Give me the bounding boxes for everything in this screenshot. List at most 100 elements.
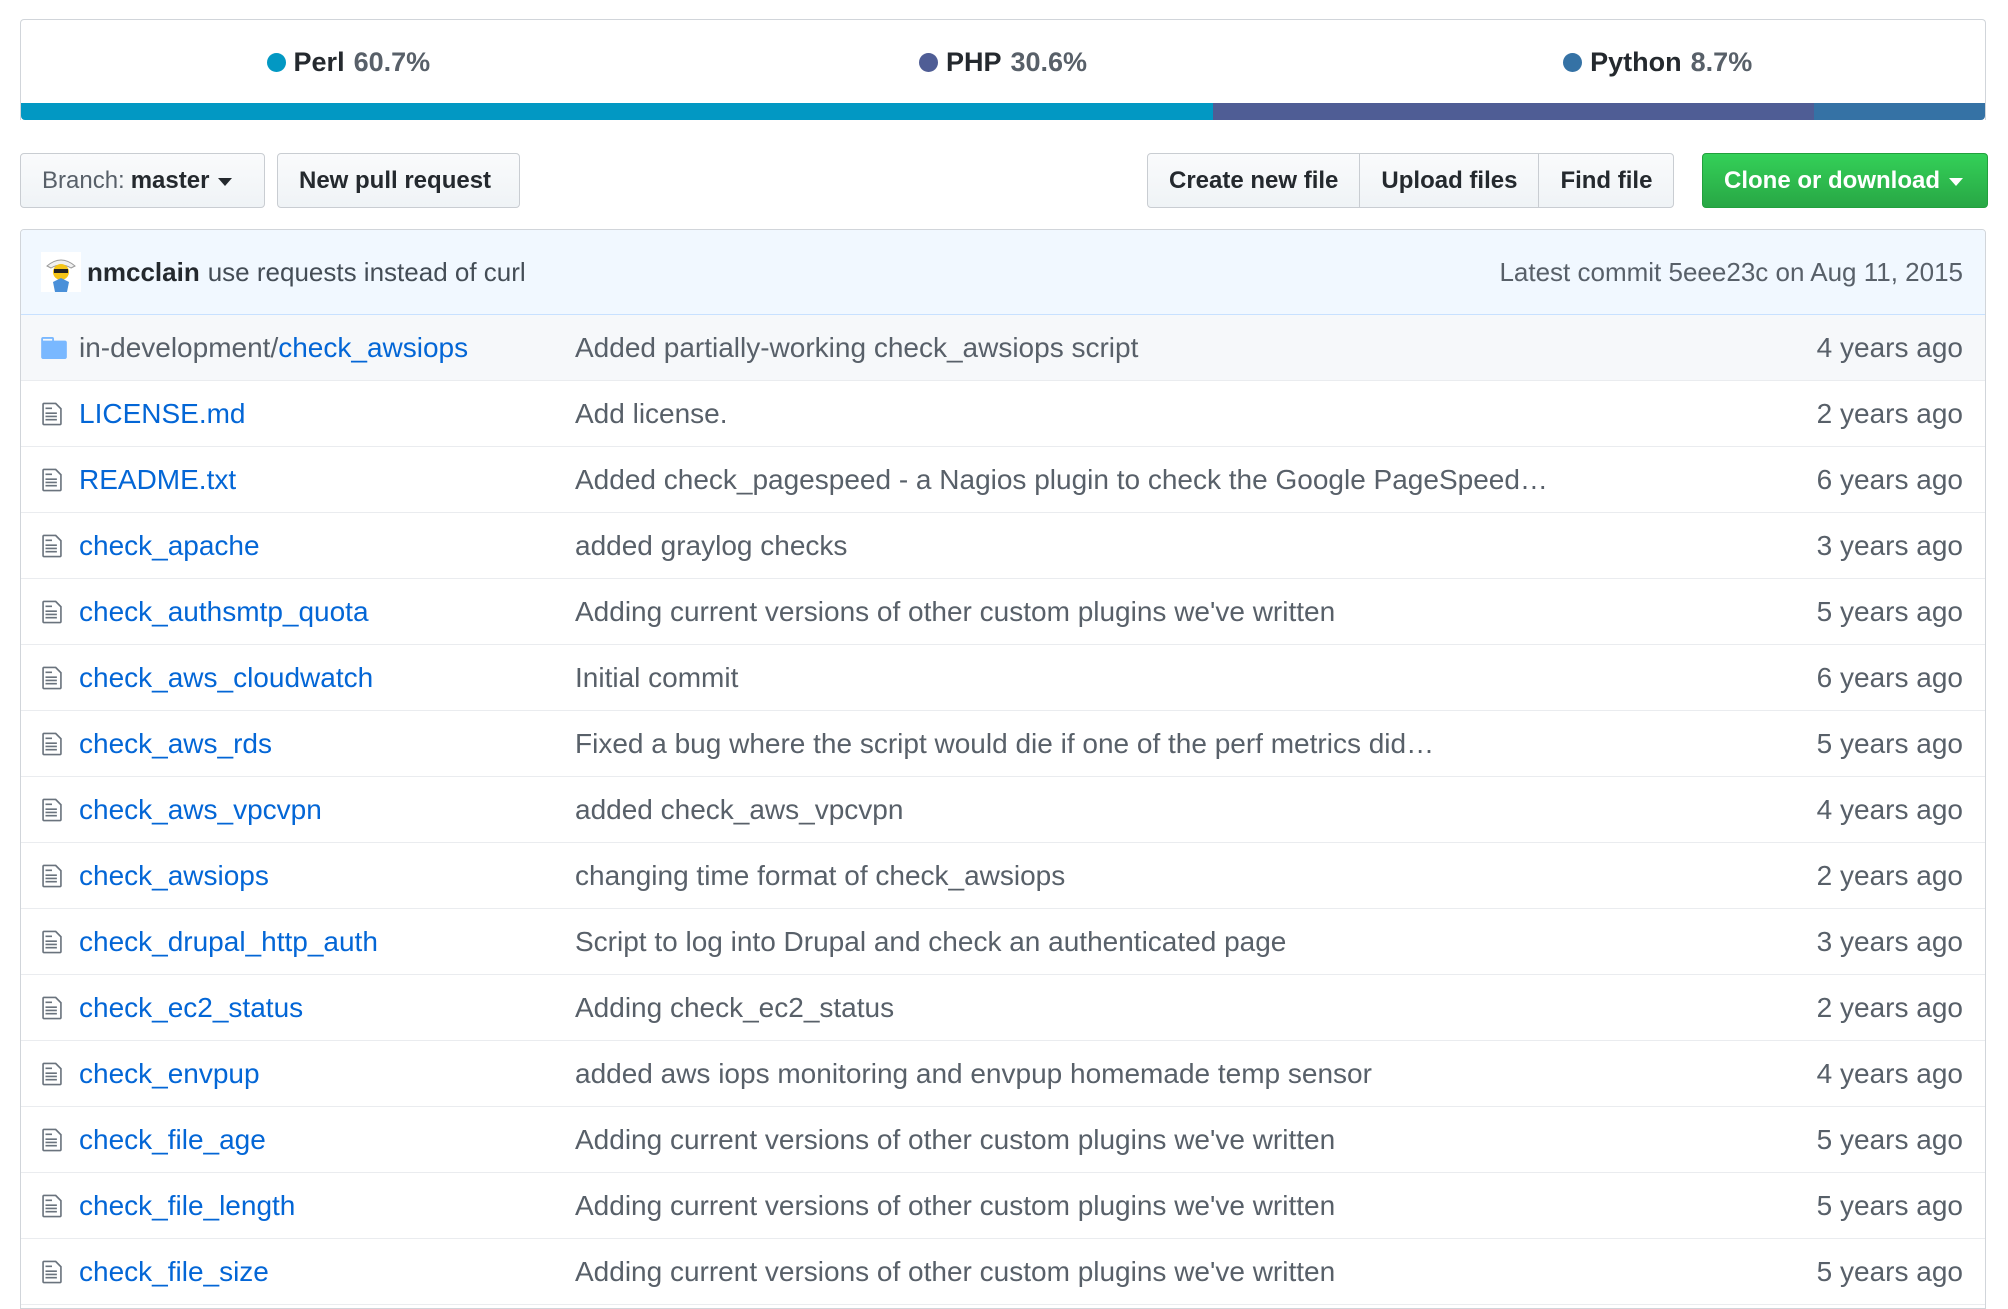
file-icon-svg <box>42 1062 62 1085</box>
table-row[interactable]: check_authsmtp_quota Adding current versi… <box>21 579 1985 645</box>
file-name-link[interactable]: check_ec2_status <box>79 992 303 1023</box>
file-commit-message[interactable]: changing time format of check_awsiops <box>575 860 1743 892</box>
file-icon <box>41 1061 79 1087</box>
file-name-cell: check_file_length <box>79 1190 575 1222</box>
file-path-prefix[interactable]: in-development/ <box>79 332 278 363</box>
clone-or-download-button[interactable]: Clone or download <box>1702 153 1988 208</box>
table-row[interactable]: check_envpup added aws iops monitoring an… <box>21 1041 1985 1107</box>
file-icon-svg <box>42 1128 62 1151</box>
file-age: 4 years ago <box>1816 1057 1963 1089</box>
file-icon-svg <box>42 1260 62 1283</box>
file-icon-svg <box>42 930 62 953</box>
file-icon-svg <box>42 402 62 425</box>
file-name-link[interactable]: check_drupal_http_auth <box>79 926 378 957</box>
language-php[interactable]: PHP 30.6% <box>676 47 1331 78</box>
new-pull-request-button[interactable]: New pull request <box>277 153 520 208</box>
find-file-button[interactable]: Find file <box>1538 153 1675 208</box>
table-row[interactable]: check_file_size Adding current versions o… <box>21 1239 1985 1305</box>
file-name-link[interactable]: check_authsmtp_quota <box>79 596 369 627</box>
file-icon <box>41 1193 79 1219</box>
file-name-cell: check_ec2_status <box>79 992 575 1024</box>
file-commit-message[interactable]: Adding current versions of other custom … <box>575 1124 1743 1156</box>
table-row[interactable]: check_drupal_http_auth Script to log into… <box>21 909 1985 975</box>
clone-label: Clone or download <box>1724 166 1940 194</box>
file-name-link[interactable]: README.txt <box>79 464 236 495</box>
file-commit-message[interactable]: Adding current versions of other custom … <box>575 1190 1743 1222</box>
avatar[interactable] <box>41 252 81 292</box>
table-row[interactable]: LICENSE.md Add license. 2 years ago <box>21 381 1985 447</box>
file-commit-message[interactable]: Added check_pagespeed - a Nagios plugin … <box>575 464 1743 496</box>
file-age: 6 years ago <box>1816 463 1963 495</box>
file-age: 3 years ago <box>1816 925 1963 957</box>
file-actions-group: Create new file Upload files Find file <box>1147 153 1675 208</box>
python-color-dot <box>1563 52 1583 72</box>
file-commit-message[interactable]: Added partially-working check_awsiops sc… <box>575 332 1743 364</box>
table-row[interactable]: in-development/check_awsiops Added partia… <box>21 315 1985 381</box>
file-name-link[interactable]: check_awsiops <box>278 332 468 363</box>
file-age: 5 years ago <box>1816 1189 1963 1221</box>
language-name: PHP <box>945 46 1002 77</box>
table-row[interactable]: check_aws_cloudwatch Initial commit 6 year… <box>21 645 1985 711</box>
language-bar[interactable] <box>21 103 1985 120</box>
file-commit-message[interactable]: Add license. <box>575 398 1743 430</box>
file-commit-message[interactable]: Adding current versions of other custom … <box>575 596 1743 628</box>
folder-icon <box>41 336 79 359</box>
language-percent: 30.6% <box>1010 46 1088 77</box>
file-name-link[interactable]: LICENSE.md <box>79 398 246 429</box>
file-commit-message[interactable]: added graylog checks <box>575 530 1743 562</box>
branch-select-button[interactable]: Branch: master <box>20 153 265 208</box>
file-name-link[interactable]: check_aws_vpcvpn <box>79 794 322 825</box>
upload-files-button[interactable]: Upload files <box>1359 153 1540 208</box>
table-row[interactable]: check_file_age Adding current versions of… <box>21 1107 1985 1173</box>
file-icon <box>41 731 79 757</box>
language-python[interactable]: Python 8.7% <box>1330 47 1985 78</box>
file-icon-svg <box>42 666 62 689</box>
file-icon-svg <box>42 996 62 1019</box>
table-row[interactable]: check_awsiops changing time format of che… <box>21 843 1985 909</box>
file-name-link[interactable]: check_aws_rds <box>79 728 272 759</box>
commit-message[interactable]: use requests instead of curl <box>208 257 526 288</box>
file-name-cell: LICENSE.md <box>79 398 575 430</box>
file-name-link[interactable]: check_aws_cloudwatch <box>79 662 373 693</box>
file-icon <box>41 863 79 889</box>
file-commit-message[interactable]: Adding current versions of other custom … <box>575 1256 1743 1288</box>
language-perl[interactable]: Perl 60.7% <box>21 47 676 78</box>
file-name-cell: in-development/check_awsiops <box>79 332 575 364</box>
file-age: 5 years ago <box>1816 1255 1963 1287</box>
file-commit-message[interactable]: added check_aws_vpcvpn <box>575 794 1743 826</box>
commit-author[interactable]: nmcclain <box>87 257 200 288</box>
file-commit-message[interactable]: Fixed a bug where the script would die i… <box>575 728 1743 760</box>
file-name-link[interactable]: check_envpup <box>79 1058 260 1089</box>
file-icon <box>41 995 79 1021</box>
table-row[interactable]: check_aws_rds Fixed a bug where the scrip… <box>21 711 1985 777</box>
table-row[interactable]: check_ec2_status Adding check_ec2_status 2… <box>21 975 1985 1041</box>
table-row[interactable]: check_file_length Adding current versions… <box>21 1173 1985 1239</box>
file-name-link[interactable]: check_file_size <box>79 1256 269 1287</box>
language-bar-segment-python[interactable] <box>1814 103 1985 120</box>
file-icon <box>41 1259 79 1285</box>
file-name-link[interactable]: check_awsiops <box>79 860 269 891</box>
file-name-link[interactable]: check_file_length <box>79 1190 295 1221</box>
table-row[interactable]: check_apache added graylog checks 3 years … <box>21 513 1985 579</box>
commit-date: Aug 11, 2015 <box>1810 256 1963 287</box>
latest-commit-bar: nmcclain use requests instead of curl La… <box>21 230 1985 315</box>
language-bar-segment-php[interactable] <box>1213 103 1815 120</box>
create-new-file-button[interactable]: Create new file <box>1147 153 1361 208</box>
file-name-cell: check_envpup <box>79 1058 575 1090</box>
language-bar-segment-perl[interactable] <box>21 103 1214 120</box>
file-name-link[interactable]: check_file_age <box>79 1124 266 1155</box>
file-name-link[interactable]: check_apache <box>79 530 260 561</box>
file-name-cell: check_file_age <box>79 1124 575 1156</box>
file-commit-message[interactable]: Adding check_ec2_status <box>575 992 1743 1024</box>
file-age: 3 years ago <box>1816 529 1963 561</box>
file-age: 6 years ago <box>1816 661 1963 693</box>
file-commit-message[interactable]: added aws iops monitoring and envpup hom… <box>575 1058 1743 1090</box>
commit-sha[interactable]: 5eee23c <box>1669 257 1769 287</box>
file-commit-message[interactable]: Script to log into Drupal and check an a… <box>575 926 1743 958</box>
table-row[interactable]: check_aws_vpcvpn added check_aws_vpcvpn 4 … <box>21 777 1985 843</box>
latest-commit-label: Latest commit <box>1499 256 1662 287</box>
file-icon <box>41 929 79 955</box>
branch-name: master <box>130 166 210 194</box>
table-row[interactable]: README.txt Added check_pagespeed - a Nagi… <box>21 447 1985 513</box>
file-commit-message[interactable]: Initial commit <box>575 662 1743 694</box>
